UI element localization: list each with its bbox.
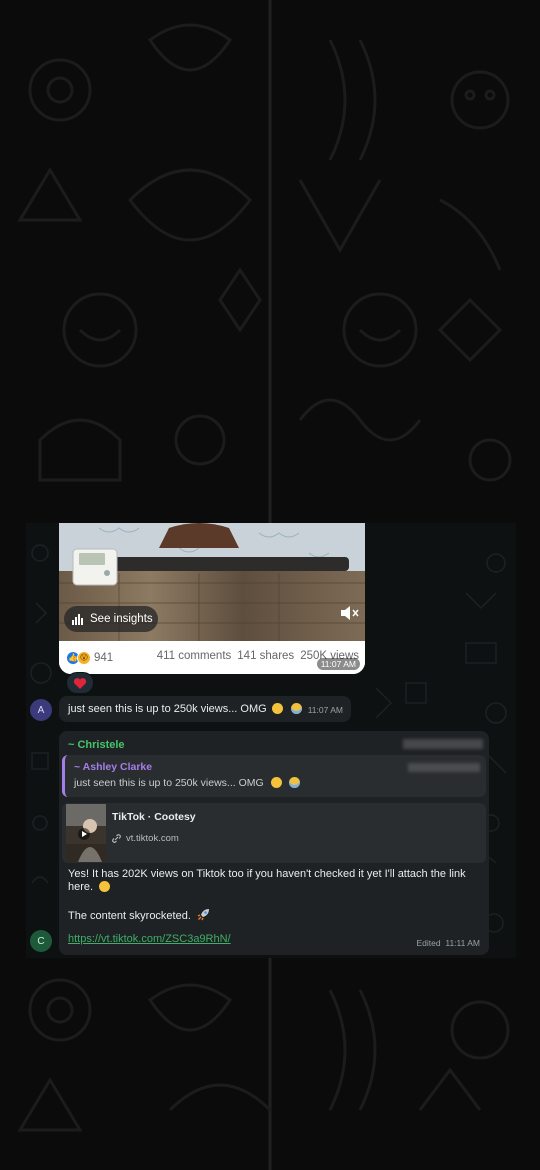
link-preview-domain: vt.tiktok.com xyxy=(112,833,179,844)
see-insights-label: See insights xyxy=(90,613,153,625)
link-preview[interactable]: TikTok · Cootesy vt.tiktok.com xyxy=(62,803,486,863)
sender-name[interactable]: ~ Christele xyxy=(68,739,125,751)
message-timestamp: 11:11 AM xyxy=(445,938,480,948)
message-text-line-2: The content skyrocketed. xyxy=(68,908,210,922)
redacted-phone-number xyxy=(408,763,480,772)
post-stats-bar: 👍 😮 941 411 comments 141 shares 250K vie… xyxy=(59,641,365,674)
avatar[interactable]: C xyxy=(30,930,52,952)
smiling-face-emoji-icon xyxy=(99,881,111,892)
quoted-message[interactable]: ~ Ashley Clarke just seen this is up to … xyxy=(62,755,486,797)
message-timestamp: 11:07 AM xyxy=(316,658,360,670)
see-insights-button[interactable]: See insights xyxy=(64,606,158,632)
rocket-emoji-icon xyxy=(197,909,209,921)
heart-reaction-badge[interactable] xyxy=(66,672,94,694)
quoted-text: just seen this is up to 250k views... OM… xyxy=(74,777,300,789)
bar-chart-icon xyxy=(72,614,83,625)
redacted-phone-number xyxy=(403,739,483,749)
avatar[interactable]: A xyxy=(30,699,52,721)
tiktok-link[interactable]: https://vt.tiktok.com/ZSC3a9RhN/ xyxy=(68,933,231,945)
quoted-sender-name: ~ Ashley Clarke xyxy=(74,761,153,773)
message-text: Yes! It has 202K views on Tiktok too if … xyxy=(68,868,466,893)
worried-face-emoji-icon xyxy=(271,703,283,714)
post-card[interactable]: See insights 👍 😮 941 411 comments 141 sh… xyxy=(59,523,365,674)
screaming-face-emoji-icon xyxy=(290,703,302,714)
heart-icon xyxy=(73,677,87,689)
comments-count[interactable]: 411 comments xyxy=(157,650,232,662)
worried-face-emoji-icon xyxy=(270,777,282,788)
message-timestamp: 11:07 AM xyxy=(307,705,343,715)
muted-speaker-icon[interactable] xyxy=(339,605,359,621)
reaction-count: 941 xyxy=(94,651,114,664)
chat-panel: See insights 👍 😮 941 411 comments 141 sh… xyxy=(26,523,516,958)
link-icon xyxy=(112,834,121,843)
shares-count[interactable]: 141 shares xyxy=(237,650,294,662)
reply-message-bubble[interactable]: ~ Christele ~ Ashley Clarke just seen th… xyxy=(59,731,489,955)
link-preview-title: TikTok · Cootesy xyxy=(112,811,196,823)
wow-icon: 😮 xyxy=(77,650,91,665)
message-status: Edited 11:11 AM xyxy=(416,938,481,948)
reactions-summary[interactable]: 👍 😮 941 xyxy=(66,650,114,665)
message-text: just seen this is up to 250k views... OM… xyxy=(68,703,267,715)
link-preview-thumbnail xyxy=(66,804,106,862)
screaming-face-emoji-icon xyxy=(288,777,300,788)
message-bubble[interactable]: just seen this is up to 250k views... OM… xyxy=(59,696,351,722)
